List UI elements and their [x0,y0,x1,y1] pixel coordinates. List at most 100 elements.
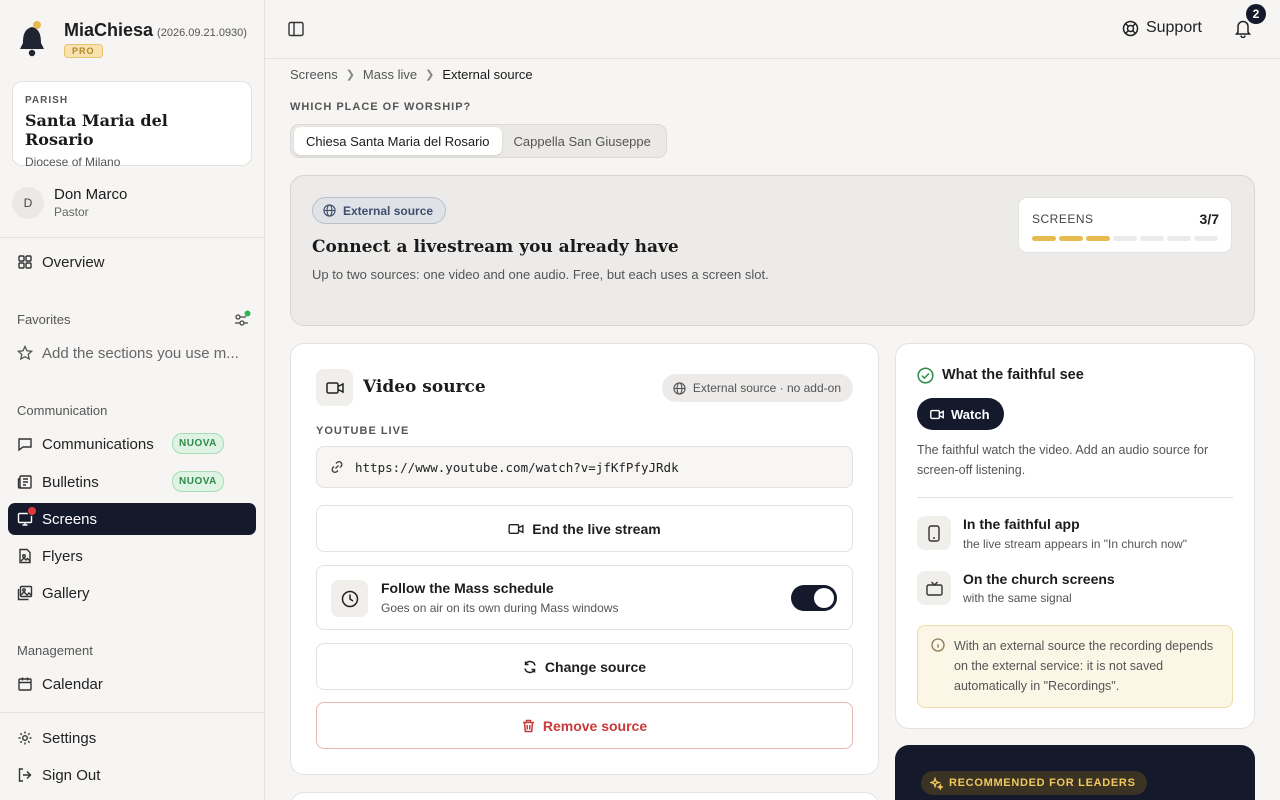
grid-icon [17,254,33,270]
parish-label: PARISH [25,95,69,106]
divider [0,237,264,238]
sidebar-item-label: Flyers [42,547,83,565]
chip-label: External source [343,203,434,218]
hero-panel: External source Connect a livestream you… [290,175,1255,326]
video-camera-icon [508,523,524,535]
watch-button[interactable]: Watch [917,398,1004,430]
sidebar-toggle-icon[interactable] [287,20,305,41]
user-profile[interactable]: D Don Marco Pastor [12,186,127,219]
faithful-view-card: What the faithful see Watch The faithful… [895,343,1255,729]
sidebar-item-label: Overview [42,253,105,271]
tv-icon [917,571,951,605]
app-version: (2026.09.21.0930) [157,27,247,39]
new-badge: NUOVA [172,471,224,492]
screens-progress-segment [1086,236,1110,241]
parish-card[interactable]: PARISH Santa Maria del Rosario Diocese o… [12,81,252,169]
sidebar-item-label: Communications [42,435,154,453]
screens-channel-title: On the church screens [963,571,1115,587]
worship-option-chiesa[interactable]: Chiesa Santa Maria del Rosario [294,127,502,155]
new-badge: NUOVA [172,433,224,454]
sidebar-item-label: Bulletins [42,473,99,491]
sidebar: MiaChiesa (2026.09.21.0930) PRO PARISH Sa… [0,0,265,800]
breadcrumb-item[interactable]: Mass live [363,67,417,82]
sidebar-item-bulletins[interactable]: Bulletins NUOVA [8,466,256,498]
end-live-stream-label: End the live stream [532,520,661,537]
screens-channel-subtitle: with the same signal [963,591,1072,605]
sidebar-item-flyers[interactable]: Flyers [8,540,256,572]
favorites-placeholder[interactable]: Add the sections you use m... [8,337,256,369]
support-button[interactable]: Support [1122,19,1202,37]
sidebar-item-label: Gallery [42,584,90,602]
favorites-edit-icon[interactable] [233,310,251,331]
communication-label: Communication [17,403,108,418]
pro-badge: PRO [64,44,103,58]
favorites-label: Favorites [17,312,71,327]
notification-dot [27,506,37,516]
notification-count: 2 [1246,4,1266,24]
follow-schedule-subtitle: Goes on air on its own during Mass windo… [381,601,619,615]
video-source-card: Video source External source · no add-on… [290,343,879,775]
topbar: Support 2 [265,0,1280,59]
chevron-right-icon: ❯ [345,69,355,81]
screens-value: 3/7 [1199,211,1219,227]
screens-progress-segment [1167,236,1191,241]
video-camera-icon [930,409,944,420]
parish-name: Santa Maria del Rosario [25,111,168,149]
clock-icon [331,580,368,617]
worship-selector: Chiesa Santa Maria del Rosario Cappella … [290,124,667,158]
trash-icon [522,719,535,733]
watch-label: Watch [951,406,990,422]
video-camera-icon [316,369,353,406]
recording-warning-text: With an external source the recording de… [954,639,1214,693]
check-circle-icon [917,367,934,387]
app-channel-title: In the faithful app [963,516,1080,532]
external-source-chip: External source [312,197,447,224]
sidebar-item-communications[interactable]: Communications NUOVA [8,428,256,460]
hero-description: Up to two sources: one video and one aud… [312,267,769,282]
divider [917,497,1233,498]
globe-icon [323,204,336,217]
brand[interactable]: MiaChiesa (2026.09.21.0930) PRO [16,20,247,63]
sidebar-item-settings[interactable]: Settings [8,722,256,754]
link-icon [329,459,345,475]
user-role: Pastor [54,205,89,219]
change-source-label: Change source [544,658,647,675]
end-live-stream-button[interactable]: End the live stream [316,505,853,552]
worship-question: WHICH PLACE OF WORSHIP? [290,101,472,113]
bell-logo-icon [16,20,50,63]
info-icon [931,638,945,658]
sidebar-item-screens[interactable]: Screens [8,503,256,535]
user-name: Don Marco [54,186,128,203]
remove-source-button[interactable]: Remove source [316,702,853,749]
sparkles-icon [930,776,943,790]
sidebar-item-label: Settings [42,729,97,747]
follow-schedule-row: Follow the Mass schedule Goes on air on … [316,565,853,630]
worship-option-cappella[interactable]: Cappella San Giuseppe [502,127,663,155]
sidebar-item-gallery[interactable]: Gallery [8,577,256,609]
screens-usage-card: SCREENS 3/7 [1018,197,1232,253]
screens-progress-segment [1194,236,1218,241]
star-icon [17,345,33,361]
stream-url: https://www.youtube.com/watch?v=jfKfPfyJ… [355,459,679,475]
stream-url-field[interactable]: https://www.youtube.com/watch?v=jfKfPfyJ… [316,446,853,488]
follow-schedule-toggle[interactable] [791,585,837,611]
hero-title: Connect a livestream you already have [312,237,679,257]
breadcrumb-item[interactable]: Screens [290,67,338,82]
recording-warning: With an external source the recording de… [917,625,1233,708]
faithful-description: The faithful watch the video. Add an aud… [917,443,1209,477]
video-source-title: Video source [363,377,486,397]
change-source-button[interactable]: Change source [316,643,853,690]
app-channel-subtitle: the live stream appears in "In church no… [963,537,1187,551]
source-type-label: YOUTUBE LIVE [316,425,410,437]
file-image-icon [17,548,33,564]
sidebar-item-overview[interactable]: Overview [8,246,256,278]
gear-icon [17,730,33,746]
calendar-icon [17,676,33,692]
logout-icon [17,767,33,783]
divider [0,712,264,713]
smartphone-icon [917,516,951,550]
sidebar-item-sign-out[interactable]: Sign Out [8,759,256,791]
screens-progress-segment [1113,236,1137,241]
screens-progress-segment [1140,236,1164,241]
sidebar-item-calendar[interactable]: Calendar [8,668,256,700]
